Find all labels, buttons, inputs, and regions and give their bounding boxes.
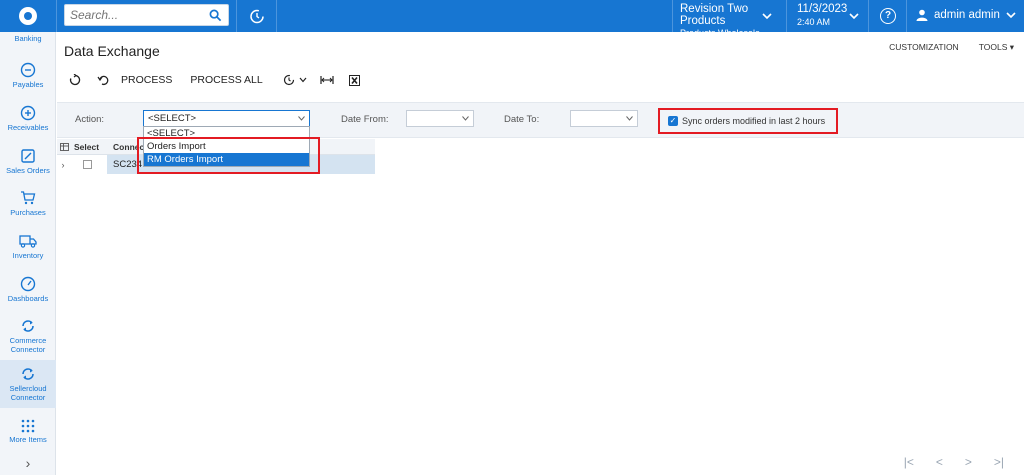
sidebar-item-payables[interactable]: Payables	[0, 62, 56, 89]
app-logo[interactable]	[0, 0, 56, 32]
edit-icon	[21, 149, 35, 163]
sidebar-item-label: Commerce Connector	[9, 336, 47, 354]
sidebar-item-label: Inventory	[12, 251, 44, 260]
refresh-icon	[69, 74, 81, 86]
divider	[786, 0, 787, 32]
tools-menu[interactable]: TOOLS ▾	[979, 42, 1014, 53]
clock-icon	[283, 74, 294, 86]
divider	[236, 0, 237, 32]
truck-icon	[19, 235, 37, 248]
undo-icon	[97, 75, 109, 86]
first-page-button[interactable]: |<	[904, 455, 914, 469]
chevron-down-icon[interactable]	[849, 12, 859, 20]
sidebar-item-sellercloud-connector[interactable]: Sellercloud Connector	[0, 360, 56, 408]
process-button[interactable]: PROCESS	[121, 74, 172, 86]
sidebar-item-label: Receivables	[7, 123, 49, 132]
divider	[672, 0, 673, 32]
page-title: Data Exchange	[64, 43, 160, 59]
help-icon[interactable]: ?	[880, 8, 896, 24]
fit-width-icon	[320, 76, 334, 84]
export-excel-button[interactable]	[345, 72, 365, 88]
business-date-selector[interactable]: 11/3/2023 2:40 AM	[797, 3, 847, 27]
sidebar-item-label: Sellercloud Connector	[9, 384, 47, 402]
sidebar-item-purchases[interactable]: Purchases	[0, 190, 56, 217]
plus-circle-icon	[20, 105, 36, 121]
sidebar-item-label: Banking	[14, 34, 42, 43]
user-menu[interactable]: admin admin	[916, 9, 1016, 21]
chevron-down-icon	[462, 116, 469, 121]
minus-circle-icon	[20, 62, 36, 78]
chevron-down-icon	[1006, 12, 1016, 19]
sidebar-item-sales-orders[interactable]: Sales Orders	[0, 148, 56, 175]
module-sidebar: Banking Payables Receivables Sales Order…	[0, 32, 56, 475]
divider	[276, 0, 277, 32]
customization-menu[interactable]: CUSTOMIZATION	[889, 42, 959, 53]
history-button[interactable]	[242, 4, 272, 28]
grid-dots-icon	[21, 419, 35, 433]
undo-button[interactable]	[93, 72, 113, 88]
sidebar-item-commerce-connector[interactable]: Commerce Connector	[0, 318, 56, 354]
gauge-icon	[20, 276, 36, 292]
sidebar-item-label: Payables	[12, 80, 44, 89]
sidebar-expand-button[interactable]: ›	[0, 455, 56, 471]
user-icon	[916, 9, 928, 21]
row-select-checkbox[interactable]	[83, 160, 92, 169]
action-label: Action:	[75, 114, 105, 125]
prev-page-button[interactable]: <	[936, 455, 943, 469]
history-icon	[250, 9, 264, 24]
sidebar-item-dashboards[interactable]: Dashboards	[0, 276, 56, 303]
next-page-button[interactable]: >	[965, 455, 972, 469]
excel-icon	[349, 74, 361, 86]
business-time: 2:40 AM	[797, 17, 831, 27]
pager: |< < > >|	[904, 455, 1004, 469]
sync-label: Sync orders modified in last 2 hours	[682, 116, 826, 126]
sidebar-item-label: Dashboards	[7, 294, 49, 303]
row-expand-button[interactable]: ›	[57, 160, 69, 170]
last-page-button[interactable]: >|	[994, 455, 1004, 469]
search-input[interactable]	[70, 8, 210, 22]
business-date: 11/3/2023	[797, 3, 848, 15]
search-box[interactable]	[64, 4, 229, 26]
user-name: admin admin	[934, 9, 1000, 21]
sidebar-item-more-items[interactable]: More Items	[0, 419, 56, 444]
divider	[56, 0, 57, 32]
dropdown-highlight-box	[137, 137, 320, 174]
toolbar: PROCESS PROCESS ALL	[65, 72, 373, 88]
sidebar-item-inventory[interactable]: Inventory	[0, 233, 56, 260]
sync-icon	[22, 320, 34, 332]
search-icon[interactable]	[209, 9, 222, 22]
date-from-input[interactable]	[406, 110, 474, 127]
top-navigation-bar: Revision Two Products Products Wholesale…	[0, 0, 1024, 38]
fit-to-screen-button[interactable]	[317, 72, 337, 88]
logo-icon	[19, 7, 37, 25]
sync-icon	[22, 368, 34, 380]
chevron-down-icon	[626, 116, 633, 121]
sync-checkbox[interactable]: ✓	[668, 116, 678, 126]
chevron-down-icon	[298, 116, 305, 121]
date-from-label: Date From:	[341, 114, 389, 125]
sidebar-item-label: Sales Orders	[6, 166, 50, 175]
column-header-select[interactable]: Select	[74, 142, 99, 152]
main-content: Data Exchange CUSTOMIZATION TOOLS ▾ PROC…	[57, 32, 1024, 475]
chevron-down-icon[interactable]	[762, 12, 772, 20]
sidebar-item-receivables[interactable]: Receivables	[0, 105, 56, 132]
divider	[868, 0, 869, 32]
date-to-input[interactable]	[570, 110, 638, 127]
schedule-button[interactable]	[281, 72, 309, 88]
refresh-button[interactable]	[65, 72, 85, 88]
divider	[906, 0, 907, 32]
sidebar-item-label: More Items	[9, 435, 47, 444]
sidebar-item-banking[interactable]: Banking	[0, 34, 56, 43]
date-to-label: Date To:	[504, 114, 540, 125]
process-all-button[interactable]: PROCESS ALL	[190, 74, 262, 86]
sync-highlight-box: ✓ Sync orders modified in last 2 hours	[658, 108, 838, 134]
cart-icon	[21, 191, 36, 205]
grid-settings-icon[interactable]	[60, 142, 69, 151]
chevron-down-icon	[299, 77, 307, 83]
page-links: CUSTOMIZATION TOOLS ▾	[889, 42, 1014, 53]
action-select-value: <SELECT>	[148, 113, 197, 124]
action-select[interactable]: <SELECT>	[143, 110, 310, 127]
sidebar-item-label: Purchases	[10, 208, 46, 217]
